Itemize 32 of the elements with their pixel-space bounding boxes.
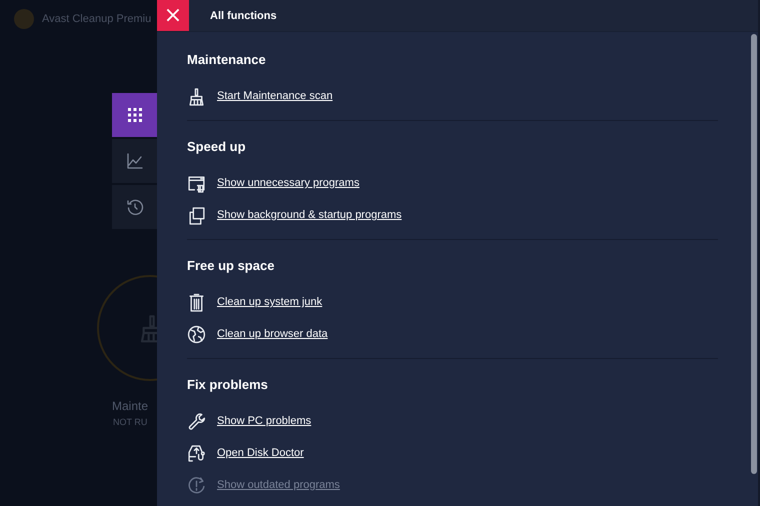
- app-logo: [14, 9, 34, 29]
- app-title: Avast Cleanup Premiu: [42, 13, 152, 25]
- function-link[interactable]: Clean up system junk: [217, 296, 322, 308]
- globe-icon: [187, 324, 206, 344]
- trash-icon: [187, 292, 206, 312]
- function-link[interactable]: Show background & startup programs: [217, 209, 402, 221]
- status-subtitle: NOT RU: [113, 417, 148, 427]
- wrench-icon: [187, 412, 206, 430]
- status-title: Mainte: [112, 399, 148, 413]
- nav-button[interactable]: [112, 185, 157, 229]
- history-icon: [126, 198, 144, 216]
- function-link[interactable]: Open Disk Doctor: [217, 447, 304, 459]
- window-trash-icon: [187, 174, 206, 192]
- section-heading: Free up space: [187, 258, 276, 273]
- grid-icon: [126, 106, 144, 124]
- panel-title: All functions: [210, 10, 277, 22]
- nav-button[interactable]: [112, 93, 157, 137]
- section-heading: Maintenance: [187, 52, 267, 67]
- copy-icon: [187, 206, 206, 224]
- function-link[interactable]: Start Maintenance scan: [217, 90, 333, 102]
- disk-stethoscope-icon: [187, 444, 206, 462]
- function-link[interactable]: Clean up browser data: [217, 328, 328, 340]
- function-link[interactable]: Show unnecessary programs: [217, 177, 360, 189]
- scrollbar-thumb[interactable]: [751, 34, 757, 474]
- alert-refresh-icon: [187, 476, 206, 494]
- section-heading: Fix problems: [187, 377, 269, 392]
- function-link[interactable]: Show PC problems: [217, 415, 312, 427]
- line-chart-icon: [126, 152, 144, 170]
- close-button[interactable]: ×: [157, 0, 189, 31]
- section-heading: Speed up: [187, 139, 247, 154]
- nav-button[interactable]: [112, 139, 157, 183]
- brush-icon: [187, 86, 206, 106]
